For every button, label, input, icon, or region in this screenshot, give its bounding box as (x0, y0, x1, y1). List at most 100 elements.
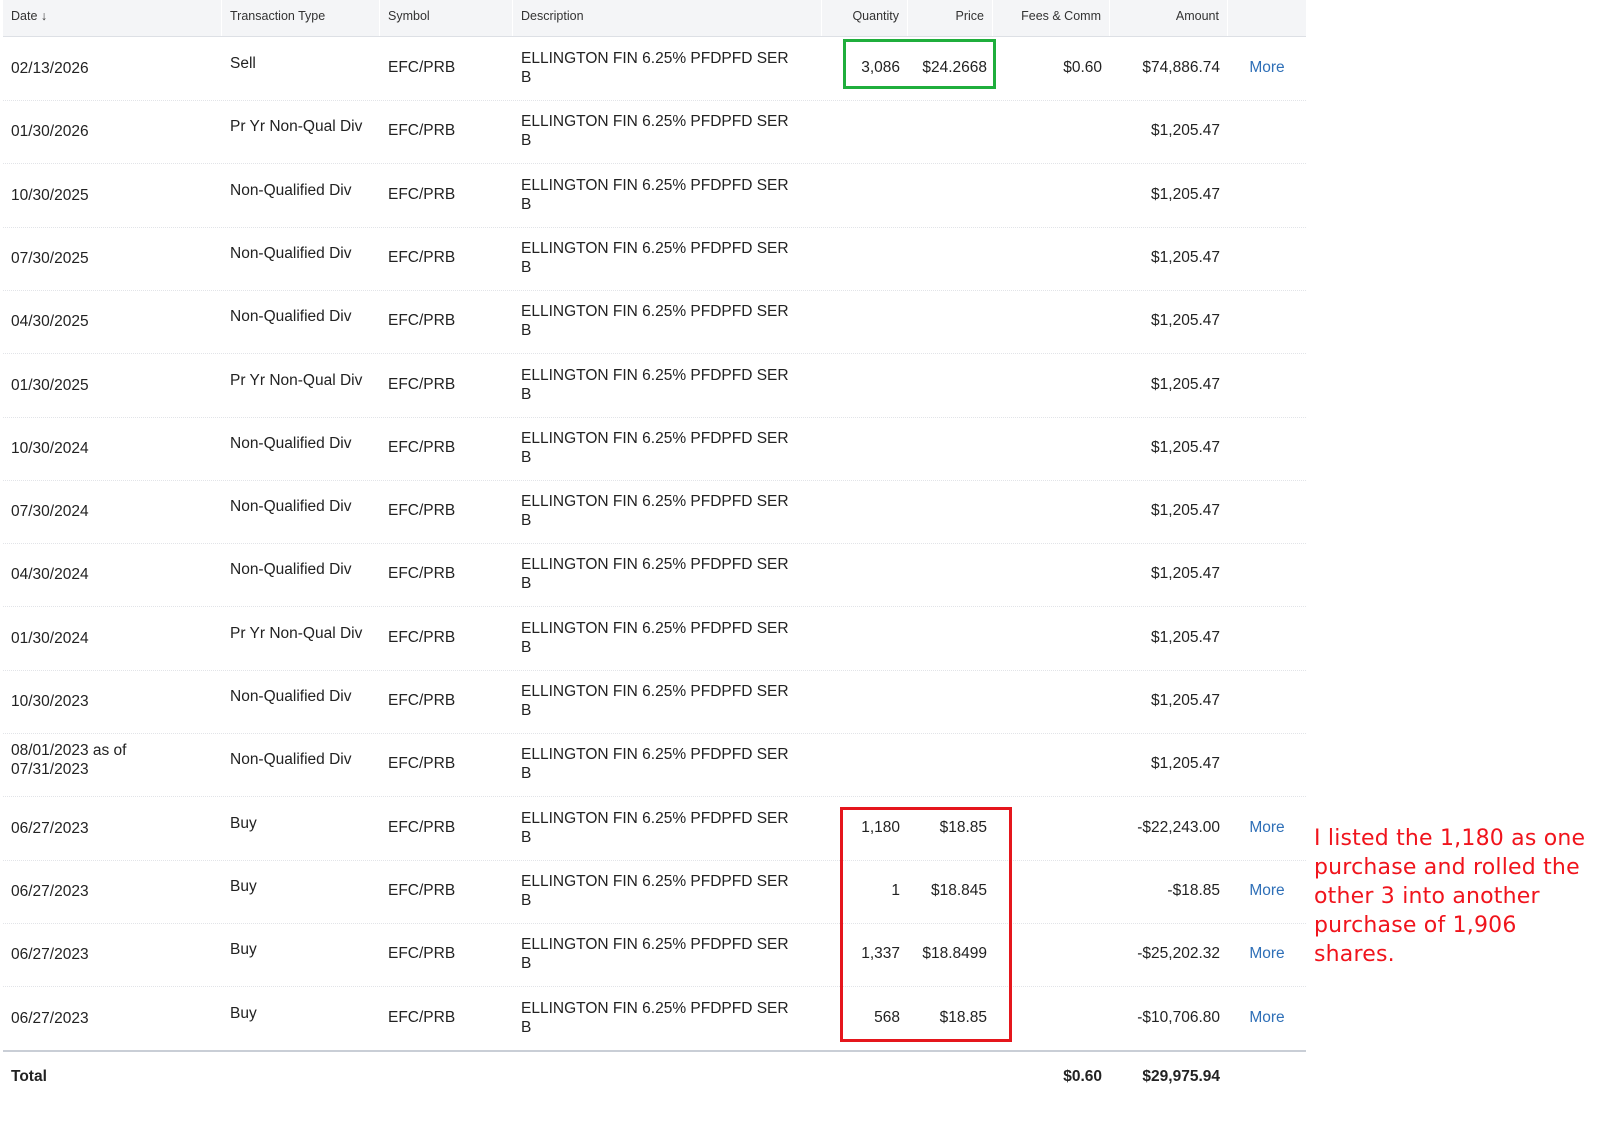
more-link[interactable]: More (1228, 59, 1306, 77)
cell-symbol: EFC/PRB (388, 945, 456, 963)
cell-symbol: EFC/PRB (388, 1008, 456, 1026)
cell-description: ELLINGTON FIN 6.25% PFDPFD SER B (513, 429, 823, 467)
more-link[interactable]: More (1228, 1009, 1306, 1027)
cell-description: ELLINGTON FIN 6.25% PFDPFD SER B (513, 619, 823, 657)
header-type[interactable]: Transaction Type (222, 0, 380, 36)
header-date[interactable]: Date ↓ (3, 0, 222, 36)
annotation-note: I listed the 1,180 as one purchase and r… (1314, 826, 1586, 967)
green-highlight-box (843, 39, 996, 89)
description-line-2: B (521, 702, 532, 719)
cell-symbol: EFC/PRB (388, 375, 456, 393)
cell-amount: -$10,706.80 (1137, 1008, 1220, 1026)
cell-amount: -$18.85 (1167, 881, 1220, 899)
cell-description: ELLINGTON FIN 6.25% PFDPFD SER B (513, 745, 823, 783)
cell-type: Pr Yr Non-Qual Div (230, 624, 363, 642)
header-fees[interactable]: Fees & Comm (993, 0, 1110, 36)
description-line-1: ELLINGTON FIN 6.25% PFDPFD SER (521, 619, 789, 637)
date-text: 02/13/2026 (11, 60, 89, 77)
cell-type: Buy (230, 877, 257, 895)
cell-description: ELLINGTON FIN 6.25% PFDPFD SER B (513, 176, 823, 214)
cell-symbol: EFC/PRB (388, 565, 456, 583)
table-row: 07/30/2025 Non-Qualified Div EFC/PRB ELLING… (3, 227, 1306, 291)
cell-amount: -$25,202.32 (1137, 945, 1220, 963)
date-text: 01/30/2024 (11, 629, 89, 647)
cell-type: Non-Qualified Div (230, 688, 352, 705)
cell-amount: $1,205.47 (1151, 312, 1220, 330)
cell-type: Non-Qualified Div (230, 751, 352, 769)
cell-date: 06/27/2023 (3, 882, 222, 901)
cell-amount: $74,886.74 (1142, 59, 1220, 76)
more-link[interactable]: More (1228, 945, 1306, 963)
cell-description: ELLINGTON FIN 6.25% PFDPFD SER B (513, 112, 823, 150)
description-line-2: B (521, 258, 532, 276)
cell-date: 06/27/2023 (3, 819, 222, 838)
more-link[interactable]: More (1228, 819, 1306, 837)
date-as-of-text: 07/31/2023 (11, 761, 89, 779)
cell-type: Buy (230, 941, 257, 959)
cell-date: 01/30/2025 (3, 376, 222, 395)
header-price[interactable]: Price (908, 0, 993, 36)
date-text: 08/01/2023 as of (11, 742, 127, 760)
description-line-2: B (521, 322, 532, 340)
cell-symbol: EFC/PRB (388, 312, 456, 330)
header-actions (1228, 0, 1306, 36)
cell-type: Pr Yr Non-Qual Div (230, 118, 363, 136)
total-row: Total $0.60 $29,975.94 (3, 1050, 1306, 1102)
cell-date: 07/30/2025 (3, 249, 222, 268)
header-description[interactable]: Description (513, 0, 822, 36)
cell-description: ELLINGTON FIN 6.25% PFDPFD SER B (513, 49, 823, 87)
table-row: 10/30/2023 Non-Qualified Div EFC/PRB ELLING… (3, 670, 1306, 734)
cell-type: Non-Qualified Div (230, 561, 352, 579)
date-text: 10/30/2024 (11, 439, 89, 457)
cell-description: ELLINGTON FIN 6.25% PFDPFD SER B (513, 492, 823, 530)
description-line-1: ELLINGTON FIN 6.25% PFDPFD SER (521, 493, 789, 511)
cell-symbol: EFC/PRB (388, 881, 456, 899)
table-row: 06/27/2023 Buy EFC/PRB ELLINGTON FIN 6.25% … (3, 987, 1306, 1051)
header-symbol[interactable]: Symbol (380, 0, 513, 36)
cell-symbol: EFC/PRB (388, 818, 456, 836)
cell-symbol: EFC/PRB (388, 59, 456, 76)
date-text: 10/30/2025 (11, 186, 89, 204)
cell-amount: $1,205.47 (1151, 185, 1220, 203)
header-quantity[interactable]: Quantity (822, 0, 908, 36)
cell-symbol: EFC/PRB (388, 628, 456, 646)
cell-type: Buy (230, 1004, 257, 1022)
cell-amount: $1,205.47 (1151, 122, 1220, 140)
description-line-1: ELLINGTON FIN 6.25% PFDPFD SER (521, 366, 789, 384)
description-line-2: B (521, 1018, 532, 1036)
cell-symbol: EFC/PRB (388, 122, 456, 140)
date-text: 04/30/2025 (11, 313, 89, 331)
cell-description: ELLINGTON FIN 6.25% PFDPFD SER B (513, 999, 823, 1037)
cell-symbol: EFC/PRB (388, 438, 456, 456)
description-line-2: B (521, 955, 532, 973)
cell-symbol: EFC/PRB (388, 185, 456, 203)
cell-date: 01/30/2024 (3, 629, 222, 648)
description-line-1: ELLINGTON FIN 6.25% PFDPFD SER (521, 50, 789, 67)
date-text: 01/30/2026 (11, 123, 89, 141)
cell-amount: $1,205.47 (1151, 755, 1220, 773)
description-line-2: B (521, 891, 532, 909)
date-text: 06/27/2023 (11, 882, 89, 900)
cell-amount: $1,205.47 (1151, 628, 1220, 646)
cell-description: ELLINGTON FIN 6.25% PFDPFD SER B (513, 555, 823, 593)
table-row: 10/30/2024 Non-Qualified Div EFC/PRB ELLING… (3, 417, 1306, 481)
description-line-2: B (521, 575, 532, 593)
total-label: Total (11, 1068, 47, 1085)
red-highlight-box (840, 807, 1012, 1042)
header-amount[interactable]: Amount (1110, 0, 1228, 36)
description-line-1: ELLINGTON FIN 6.25% PFDPFD SER (521, 556, 789, 574)
cell-type: Non-Qualified Div (230, 181, 352, 199)
cell-date: 08/01/2023 as of 07/31/2023 (3, 741, 222, 779)
cell-description: ELLINGTON FIN 6.25% PFDPFD SER B (513, 302, 823, 340)
table-row: 04/30/2025 Non-Qualified Div EFC/PRB ELLING… (3, 290, 1306, 355)
description-line-2: B (521, 132, 532, 150)
description-line-1: ELLINGTON FIN 6.25% PFDPFD SER (521, 746, 789, 764)
cell-date: 06/27/2023 (3, 945, 222, 964)
cell-date: 04/30/2024 (3, 565, 222, 584)
cell-description: ELLINGTON FIN 6.25% PFDPFD SER B (513, 366, 823, 404)
cell-amount: $1,205.47 (1151, 502, 1220, 520)
more-link[interactable]: More (1228, 882, 1306, 900)
cell-type: Non-Qualified Div (230, 244, 352, 262)
date-text: 06/27/2023 (11, 819, 89, 837)
cell-date: 07/30/2024 (3, 502, 222, 521)
